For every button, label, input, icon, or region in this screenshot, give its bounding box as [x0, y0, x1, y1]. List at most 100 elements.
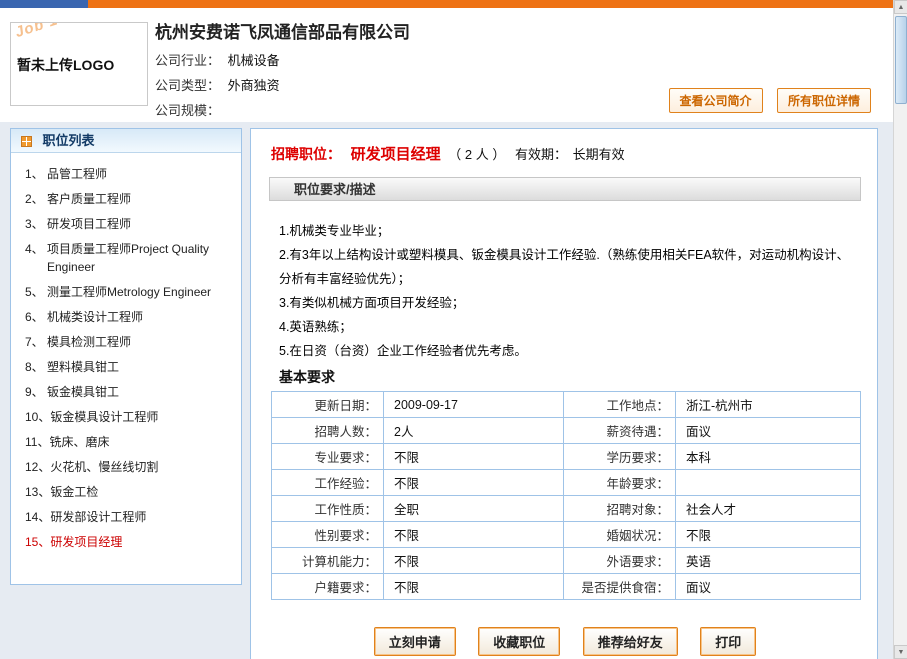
sidebar-job-item[interactable]: 6、 机械类设计工程师 — [17, 308, 235, 326]
job-item-label: 火花机、慢丝线切割 — [50, 458, 235, 476]
validity-value: 长期有效 — [573, 147, 625, 162]
job-item-label: 研发项目工程师 — [47, 215, 235, 233]
job-item-label: 项目质量工程师Project Quality Engineer — [47, 240, 235, 276]
requirement-value: 不限 — [384, 574, 564, 600]
job-item-label: 品管工程师 — [47, 165, 235, 183]
requirement-label: 性别要求： — [272, 522, 384, 548]
job-item-label: 钣金模具钳工 — [47, 383, 235, 401]
logo-placeholder-text: 暂未上传LOGO — [17, 55, 114, 75]
sidebar-job-item[interactable]: 10、 钣金模具设计工程师 — [17, 408, 235, 426]
company-name: 杭州安费诺飞凤通信部品有限公司 — [155, 18, 410, 43]
job-description-line: 2.有3年以上结构设计或塑料模具、钣金模具设计工作经验.（熟练使用相关FEA软件… — [279, 243, 851, 291]
sidebar-job-item-current[interactable]: 15、 研发项目经理 — [17, 533, 235, 551]
sidebar-job-item[interactable]: 12、 火花机、慢丝线切割 — [17, 458, 235, 476]
sidebar-job-item[interactable]: 13、 钣金工检 — [17, 483, 235, 501]
requirement-value: 浙江-杭州市 — [676, 392, 861, 418]
job-detail-panel: 招聘职位： 研发项目经理 （ 2 人 ） 有效期： 长期有效 职位要求/描述 1… — [250, 128, 878, 659]
job-item-label: 模具检测工程师 — [47, 333, 235, 351]
company-size-label: 公司规模： — [155, 103, 220, 118]
company-header: Job 1001.com 暂未上传LOGO 杭州安费诺飞凤通信部品有限公司 公司… — [0, 8, 893, 122]
job-item-label: 研发部设计工程师 — [50, 508, 235, 526]
requirement-value: 英语 — [676, 548, 861, 574]
requirement-label: 学历要求： — [564, 444, 676, 470]
sidebar-job-item[interactable]: 4、 项目质量工程师Project Quality Engineer — [17, 240, 235, 276]
company-fields: 公司行业： 机械设备 公司类型： 外商独资 公司规模： — [155, 48, 280, 123]
requirement-value: 2009-09-17 — [384, 392, 564, 418]
table-row: 工作经验： 不限 年龄要求： — [272, 470, 861, 496]
recommend-button[interactable]: 推荐给好友 — [583, 627, 678, 656]
requirement-value: 不限 — [384, 470, 564, 496]
headcount: （ 2 人 ） — [448, 147, 505, 162]
table-row: 专业要求： 不限 学历要求： 本科 — [272, 444, 861, 470]
requirement-label: 薪资待遇： — [564, 418, 676, 444]
sidebar-job-item[interactable]: 8、 塑料模具钳工 — [17, 358, 235, 376]
requirement-label: 专业要求： — [272, 444, 384, 470]
company-size-row: 公司规模： — [155, 98, 280, 123]
sidebar-job-item[interactable]: 2、 客户质量工程师 — [17, 190, 235, 208]
job-item-label: 钣金模具设计工程师 — [50, 408, 235, 426]
validity-label: 有效期： — [515, 147, 567, 162]
table-row: 性别要求： 不限 婚姻状况： 不限 — [272, 522, 861, 548]
company-industry-row: 公司行业： 机械设备 — [155, 48, 280, 73]
requirement-value: 不限 — [384, 522, 564, 548]
company-type-label: 公司类型： — [155, 78, 220, 93]
company-industry-value: 机械设备 — [228, 53, 280, 68]
scrollbar[interactable]: ▲ ▼ — [893, 0, 907, 659]
table-row: 户籍要求： 不限 是否提供食宿： 面议 — [272, 574, 861, 600]
apply-button[interactable]: 立刻申请 — [374, 627, 456, 656]
sidebar-job-item[interactable]: 5、 测量工程师Metrology Engineer — [17, 283, 235, 301]
all-positions-button[interactable]: 所有职位详情 — [777, 88, 871, 113]
job-item-label: 塑料模具钳工 — [47, 358, 235, 376]
logo-watermark: Job 1001.com — [13, 22, 124, 41]
requirement-value: 面议 — [676, 418, 861, 444]
sidebar-job-item[interactable]: 3、 研发项目工程师 — [17, 215, 235, 233]
basic-requirements-header: 基本要求 — [279, 367, 335, 387]
job-item-number: 1、 — [17, 165, 47, 183]
list-icon — [21, 136, 32, 147]
requirement-value: 不限 — [384, 444, 564, 470]
job-list-panel: 职位列表 1、 品管工程师 2、 客户质量工程师 3、 研发项目工程师 4、 项… — [10, 128, 242, 585]
requirement-label: 婚姻状况： — [564, 522, 676, 548]
job-item-label: 铣床、磨床 — [49, 433, 235, 451]
job-description-line: 4.英语熟练； — [279, 315, 851, 339]
job-item-number: 11、 — [17, 433, 49, 451]
action-buttons: 立刻申请 收藏职位 推荐给好友 打印 — [251, 627, 879, 656]
sidebar-job-item[interactable]: 7、 模具检测工程师 — [17, 333, 235, 351]
company-type-row: 公司类型： 外商独资 — [155, 73, 280, 98]
job-item-number: 13、 — [17, 483, 50, 501]
job-item-number: 14、 — [17, 508, 50, 526]
job-item-number: 12、 — [17, 458, 50, 476]
requirement-value: 面议 — [676, 574, 861, 600]
requirement-value: 本科 — [676, 444, 861, 470]
sidebar-job-item[interactable]: 1、 品管工程师 — [17, 165, 235, 183]
table-row: 计算机能力： 不限 外语要求： 英语 — [272, 548, 861, 574]
print-button[interactable]: 打印 — [700, 627, 756, 656]
requirement-label: 工作经验： — [272, 470, 384, 496]
view-company-profile-button[interactable]: 查看公司简介 — [669, 88, 763, 113]
job-item-number: 10、 — [17, 408, 50, 426]
job-description-line: 3.有类似机械方面项目开发经验； — [279, 291, 851, 315]
requirement-value: 2人 — [384, 418, 564, 444]
page: Job 1001.com 暂未上传LOGO 杭州安费诺飞凤通信部品有限公司 公司… — [0, 0, 907, 659]
table-row: 工作性质： 全职 招聘对象： 社会人才 — [272, 496, 861, 522]
scroll-down-icon[interactable]: ▼ — [894, 645, 907, 659]
scroll-thumb[interactable] — [895, 16, 907, 104]
table-row: 更新日期： 2009-09-17 工作地点： 浙江-杭州市 — [272, 392, 861, 418]
sidebar-job-item[interactable]: 11、 铣床、磨床 — [17, 433, 235, 451]
sidebar-job-item[interactable]: 14、 研发部设计工程师 — [17, 508, 235, 526]
job-item-label: 研发项目经理 — [50, 533, 235, 551]
company-type-value: 外商独资 — [228, 78, 280, 93]
requirement-label: 是否提供食宿： — [564, 574, 676, 600]
job-item-number: 5、 — [17, 283, 47, 301]
requirement-label: 工作地点： — [564, 392, 676, 418]
requirement-value: 社会人才 — [676, 496, 861, 522]
save-job-button[interactable]: 收藏职位 — [478, 627, 560, 656]
job-item-label: 测量工程师Metrology Engineer — [47, 283, 235, 301]
requirement-label: 计算机能力： — [272, 548, 384, 574]
requirements-table: 更新日期： 2009-09-17 工作地点： 浙江-杭州市 招聘人数： 2人 薪… — [271, 391, 861, 600]
sidebar-job-item[interactable]: 9、 钣金模具钳工 — [17, 383, 235, 401]
job-item-number: 9、 — [17, 383, 47, 401]
scroll-up-icon[interactable]: ▲ — [894, 0, 907, 14]
job-description-header: 职位要求/描述 — [269, 177, 861, 201]
job-item-label: 客户质量工程师 — [47, 190, 235, 208]
